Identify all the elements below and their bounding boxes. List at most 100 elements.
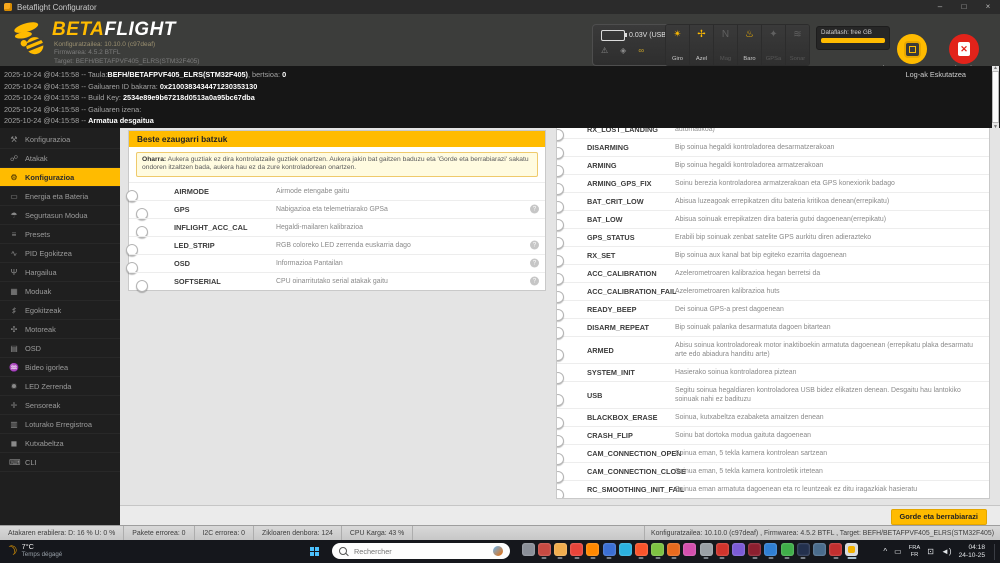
taskbar-media-app[interactable]	[683, 543, 697, 556]
taskbar-purple-app[interactable]	[732, 543, 746, 556]
open-app-indicator	[638, 557, 644, 559]
sidebar-item-egokitzeak[interactable]: ♯ Egokitzeak	[0, 301, 120, 320]
taskbar-red-ring-app[interactable]	[829, 543, 843, 559]
taskbar-android-app[interactable]	[651, 543, 665, 559]
scrollbar-thumb[interactable]	[992, 71, 999, 123]
panel-title: Beste ezaugarri batzuk	[129, 131, 545, 147]
sidebar-item-segurtasun-modua[interactable]: ☂ Segurtasun Modua	[0, 206, 120, 225]
save-and-reboot-button[interactable]: Gorde eta berrabiarazi	[890, 509, 987, 525]
sidebar-item-atakak[interactable]: ☍ Atakak	[0, 149, 120, 168]
taskbar-betaflight-app[interactable]	[845, 543, 859, 559]
feature-row-osd: OSD Informazioa Pantailan?	[126, 253, 545, 275]
taskbar-brave[interactable]	[634, 543, 648, 559]
taskbar-red-badge-app[interactable]	[715, 543, 729, 559]
sidebar-item-led-zerrenda[interactable]: ✹ LED Zerrenda	[0, 377, 120, 396]
sidebar-item-sensoreak[interactable]: ✛ Sensoreak	[0, 396, 120, 415]
taskbar-vlc[interactable]	[586, 543, 600, 559]
language-indicator[interactable]: FRA FR	[909, 545, 921, 558]
sidebar-item-presets[interactable]: ≡ Presets	[0, 225, 120, 244]
help-icon[interactable]: ?	[530, 258, 539, 268]
status-segment: Zikloaren denbora: 124	[254, 526, 342, 540]
taskbar-chrome[interactable]	[570, 543, 584, 559]
sidebar-item-konfigurazioa[interactable]: ⚙ Konfigurazioa	[0, 168, 120, 187]
sidebar-item-kutxabeltza[interactable]: ◼ Kutxabeltza	[0, 434, 120, 453]
note-box: Oharra: Aukera guztiak ez dira kontrolat…	[136, 152, 538, 177]
beeper-name: BLACKBOX_ERASE	[587, 413, 658, 422]
status-segment: Atakaren erabilera: D: 16 % U: 0 %	[0, 526, 125, 540]
sidebar-item-label: LED Zerrenda	[25, 381, 72, 391]
beeper-name: ARMING_GPS_FIX	[587, 179, 652, 188]
battery-icon	[601, 30, 627, 41]
sidebar-item-loturako-erregistroa[interactable]: ▥ Loturako Erregistroa	[0, 415, 120, 434]
sidebar-item-label: Hargailua	[25, 267, 57, 277]
beeper-row-cam-connection-close: CAM_CONNECTION_CLOSE Soinua eman, 5 tekla…	[557, 462, 989, 483]
feature-row-airmode: AIRMODE Airmode etengabe gaitu	[126, 181, 545, 203]
help-icon[interactable]: ?	[530, 204, 539, 214]
beeper-description: Abisua soinuak errepikatzen dira bateria…	[675, 216, 887, 223]
feature-description: CPU oinarritutako serial atakak gaitu	[276, 277, 388, 285]
beeper-name: BAT_CRIT_LOW	[587, 197, 644, 206]
maximize-button[interactable]: □	[952, 0, 976, 14]
help-icon[interactable]: ?	[530, 240, 539, 250]
sensor-label: Sonar	[789, 56, 806, 62]
beeper-row-disarming: DISARMING Bip soinua hegaldi kontroladore…	[557, 138, 989, 159]
sidebar-item-bideo-igorlea[interactable]: ♒ Bideo igorlea	[0, 358, 120, 377]
show-desktop-button[interactable]	[994, 543, 997, 560]
start-button[interactable]	[310, 547, 319, 556]
taskbar-spiral-app[interactable]	[699, 543, 713, 559]
touch-keyboard-icon[interactable]: ▭	[894, 547, 902, 556]
taskbar-mail-app[interactable]	[537, 543, 551, 559]
display-icon[interactable]: ⊡	[927, 547, 934, 556]
osd-icon: ▤	[10, 343, 18, 353]
status-segment: I2C errorea: 0	[195, 526, 255, 540]
sonar-icon: ≋	[793, 29, 802, 40]
taskbar-search[interactable]	[332, 543, 510, 559]
status-segment: CPU Karga: 43 %	[342, 526, 414, 540]
taskbar-opera-app[interactable]	[748, 543, 762, 559]
sidebar-item-cli[interactable]: ⌨ CLI	[0, 453, 120, 472]
close-button[interactable]: ×	[976, 0, 1000, 14]
beeper-name: DISARM_REPEAT	[587, 323, 649, 332]
sensor-label: Giro	[672, 56, 683, 62]
sidebar-item-pid-egokitzea[interactable]: ∿ PID Egokitzea	[0, 244, 120, 263]
sidebar-item-motoreak[interactable]: ✣ Motoreak	[0, 320, 120, 339]
clock[interactable]: 04:18 24-10-25	[959, 544, 985, 559]
taskbar-check-app[interactable]	[764, 543, 778, 559]
taskbar-file-explorer[interactable]	[553, 543, 567, 559]
open-app-indicator	[606, 557, 612, 559]
beeper-row-armed: ARMED Abisu soinua kontroladoreak motor i…	[557, 336, 989, 363]
taskbar-photos-app[interactable]	[618, 543, 632, 556]
taskbar-virtual-desktop-app[interactable]	[521, 543, 535, 556]
sensor-label: GPSa	[765, 56, 782, 62]
feature-description: Airmode etengabe gaitu	[276, 187, 350, 195]
sensor-baro: ♨ Baro	[738, 25, 762, 65]
beeper-name: ARMED	[587, 345, 614, 355]
speaker-icon[interactable]: ◄)	[941, 547, 952, 556]
beeper-name: RC_SMOOTHING_INIT_FAIL	[587, 485, 685, 494]
weather-widget[interactable]: ☽ 7°C Temps dégagé	[3, 541, 62, 560]
taskbar-droplet-app[interactable]	[667, 543, 681, 559]
sidebar-item-osd[interactable]: ▤ OSD	[0, 339, 120, 358]
beeper-description: Soinu bat dortoka modua gaituta dagoenea…	[675, 432, 812, 439]
minimize-button[interactable]: –	[928, 0, 952, 14]
ports-icon: ☍	[9, 153, 19, 163]
taskbar-green-power-app[interactable]	[780, 543, 794, 559]
taskbar-globe-app[interactable]	[812, 543, 826, 556]
cli-icon: ⌨	[9, 457, 21, 467]
help-icon[interactable]: ?	[530, 276, 539, 286]
sidebar-item-konfigurazioa[interactable]: ⚒ Konfigurazioa	[0, 130, 120, 149]
search-input[interactable]	[352, 545, 476, 557]
sidebar-item-energia-eta-bateria[interactable]: ▭ Energia eta Bateria	[0, 187, 120, 206]
sidebar-item-label: Bideo igorlea	[25, 362, 69, 372]
beeper-row-rx-lost-landing: RX_LOST_LANDING automatikoa)	[557, 128, 989, 141]
sidebar-item-hargailua[interactable]: Ψ Hargailua	[0, 263, 120, 282]
taskbar-document-app[interactable]	[602, 543, 616, 559]
sidebar-item-moduak[interactable]: ▦ Moduak	[0, 282, 120, 301]
open-app-indicator	[800, 557, 806, 559]
sensor-giro: ✴ Giro	[666, 25, 690, 65]
feature-description: RGB coloreko LED zerrenda euskarria dago	[276, 241, 411, 249]
tray-chevron-icon[interactable]: ^	[883, 547, 887, 556]
beeper-description: Abisu soinua kontroladoreak motor inakti…	[675, 342, 974, 358]
taskbar-clock-app[interactable]	[796, 543, 810, 559]
hide-logs-link[interactable]: Log-ak Eskutatzea	[906, 70, 966, 79]
